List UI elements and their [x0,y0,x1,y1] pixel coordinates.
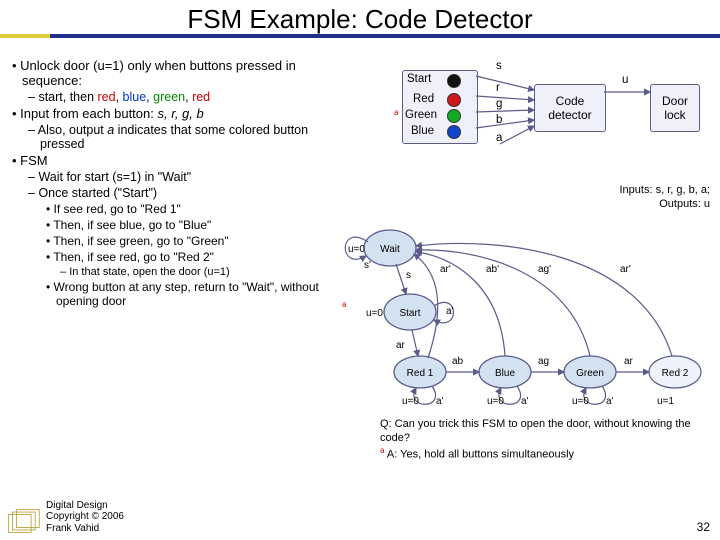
bullet-blue: Then, if see blue, go to "Blue" [8,218,348,232]
svg-text:Red 1: Red 1 [407,368,434,379]
io-note: Inputs: s, r, g, b, a; Outputs: u [620,184,711,212]
bullet-open: In that state, open the door (u=1) [8,266,348,278]
title-bar: FSM Example: Code Detector [0,0,720,44]
svg-text:u=0: u=0 [402,396,419,407]
svg-text:a': a' [521,396,529,407]
bullet-fsm: FSM [8,153,348,168]
bullet-wait: Wait for start (s=1) in "Wait" [8,170,348,184]
sig-b: b [496,114,502,126]
svg-text:Start: Start [399,308,420,319]
bullet-red2: Then, if see red, go to "Red 2" [8,250,348,264]
trick-question: Q: Can you trick this FSM to open the do… [380,418,710,462]
svg-text:ab: ab [452,356,464,367]
svg-text:ar: ar [396,340,406,351]
bullet-inputs: Input from each button: s, r, g, b [8,106,348,121]
q-answer: a A: Yes, hold all buttons simultaneousl… [380,446,710,462]
content: Unlock door (u=1) only when buttons pres… [8,56,712,512]
svg-text:s: s [406,270,411,281]
right-area: Start Red Green Blue a Code detector Doo… [350,56,712,512]
svg-text:Green: Green [576,368,604,379]
footer: Digital Design Copyright © 2006 Frank Va… [46,500,124,535]
sig-u: u [622,74,628,86]
sig-r: r [496,82,500,94]
title-underline [0,34,720,38]
svg-text:ar': ar' [620,264,631,275]
sig-s: s [496,60,502,72]
q-text: Q: Can you trick this FSM to open the do… [380,418,710,446]
footer-l1: Digital Design [46,500,124,512]
sig-g: g [496,98,502,110]
svg-text:u=0: u=0 [348,244,365,255]
svg-text:u=0: u=0 [366,308,383,319]
svg-text:a': a' [436,396,444,407]
fsm-diagram: Wait Start Red 1 Blue Green Red 2 s' s [320,212,720,422]
svg-text:a': a' [446,306,454,317]
footer-l3: Frank Vahid [46,523,124,535]
svg-text:u=1: u=1 [657,396,674,407]
sig-a: a [496,132,502,144]
svg-text:Blue: Blue [495,368,515,379]
page-number: 32 [697,520,710,534]
svg-text:ag': ag' [538,264,551,275]
svg-text:Red 2: Red 2 [662,368,689,379]
a-annotation-2: a [342,300,346,309]
svg-text:u=0: u=0 [572,396,589,407]
bullet-start: Once started ("Start") [8,186,348,200]
bullet-unlock: Unlock door (u=1) only when buttons pres… [8,58,348,88]
svg-text:ag: ag [538,356,549,367]
bullet-red1: If see red, go to "Red 1" [8,202,348,216]
bullet-output-a: Also, output a indicates that some color… [8,123,348,151]
bullet-sequence: start, then red, blue, green, red [8,90,348,104]
svg-text:Wait: Wait [380,244,400,255]
svg-text:ar': ar' [440,264,451,275]
left-column: Unlock door (u=1) only when buttons pres… [8,56,348,310]
svg-text:a': a' [606,396,614,407]
bullet-wrong: Wrong button at any step, return to "Wai… [8,280,348,308]
svg-text:ar: ar [624,356,634,367]
bullet-green: Then, if see green, go to "Green" [8,234,348,248]
svg-text:u=0: u=0 [487,396,504,407]
block-wires [350,56,710,156]
svg-text:ab': ab' [486,264,499,275]
logo-icon [6,508,40,534]
footer-l2: Copyright © 2006 [46,511,124,523]
page-title: FSM Example: Code Detector [0,0,720,35]
svg-text:s': s' [364,260,371,271]
